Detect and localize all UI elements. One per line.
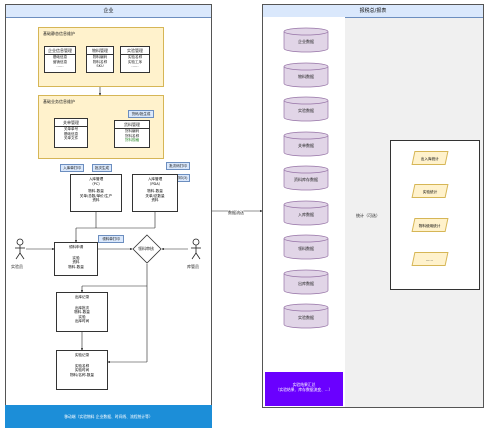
report-lab-stats[interactable]: 实验统计 — [411, 184, 449, 198]
summary-box[interactable]: 实验结果汇总 （实验结果、库存数据流变、...） — [265, 372, 343, 406]
database-label: 实验数据 — [298, 315, 314, 320]
report-more-label: …… — [426, 258, 434, 262]
report-inout-stats-label: 出入库统计 — [420, 157, 439, 161]
database-label: 物料数据 — [298, 73, 314, 79]
database-label: 资料库存数据 — [294, 177, 318, 182]
summary-box-line: （实验结果、库存数据流变、...） — [275, 387, 333, 392]
database-label: 领料数据 — [298, 246, 314, 251]
report-lab-stats-label: 实验统计 — [422, 190, 437, 194]
stats-label: 统计（可选） — [356, 213, 380, 218]
summary-box-text: 实验结果汇总 （实验结果、库存数据流变、...） — [265, 382, 343, 392]
report-material-usage[interactable]: 物料使用统计 — [411, 218, 449, 232]
data-flow-label: 数据流送 — [228, 210, 244, 215]
database-label: 实验数据 — [298, 108, 314, 113]
database-label: 出库数据 — [298, 280, 314, 286]
database-label: 企业数据 — [298, 39, 314, 44]
report-more[interactable]: …… — [411, 252, 449, 266]
report-material-usage-label: 物料使用统计 — [419, 224, 441, 228]
report-inout-stats[interactable]: 出入库统计 — [411, 151, 449, 165]
database-label: 关单数据 — [298, 142, 314, 148]
database-label: 入库数据 — [298, 211, 314, 217]
